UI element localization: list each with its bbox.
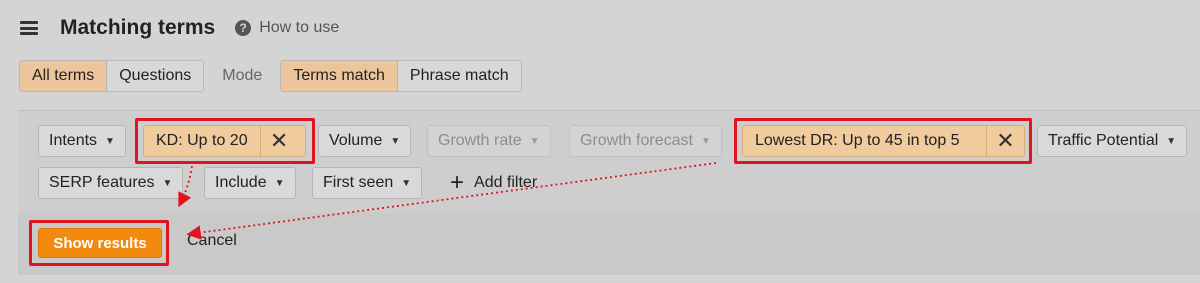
serp-features-label: SERP features xyxy=(49,174,155,191)
chevron-down-icon: ▼ xyxy=(390,135,401,147)
scope-toggle: All terms Questions xyxy=(19,60,205,92)
mode-row: All terms Questions Mode Terms match Phr… xyxy=(19,60,522,92)
include-label: Include xyxy=(215,174,267,191)
growth-rate-filter[interactable]: Growth rate ▼ xyxy=(427,125,551,157)
lowest-dr-filter-highlight xyxy=(734,118,1032,164)
cancel-button[interactable]: Cancel xyxy=(187,232,237,250)
tab-phrase-match[interactable]: Phrase match xyxy=(396,61,521,91)
intents-filter[interactable]: Intents ▼ xyxy=(38,125,126,157)
chevron-down-icon: ▼ xyxy=(105,135,115,147)
include-filter[interactable]: Include ▼ xyxy=(204,167,296,199)
chevron-down-icon: ▼ xyxy=(529,135,540,147)
page-header: Matching terms ? How to use xyxy=(20,12,339,44)
chevron-down-icon: ▼ xyxy=(401,177,412,189)
volume-filter[interactable]: Volume ▼ xyxy=(318,125,412,157)
growth-forecast-label: Growth forecast xyxy=(580,132,693,149)
traffic-potential-filter[interactable]: Traffic Potential ▼ xyxy=(1037,125,1188,157)
chevron-down-icon: ▼ xyxy=(1166,135,1177,147)
how-to-use-label: How to use xyxy=(259,19,340,36)
menu-icon[interactable] xyxy=(20,21,38,35)
growth-forecast-filter[interactable]: Growth forecast ▼ xyxy=(569,125,722,157)
intents-label: Intents xyxy=(49,132,98,149)
tab-all-terms[interactable]: All terms xyxy=(20,61,107,91)
chevron-down-icon: ▼ xyxy=(274,177,285,189)
page-title: Matching terms xyxy=(60,16,216,39)
show-results-highlight xyxy=(29,220,169,266)
traffic-potential-label: Traffic Potential xyxy=(1048,132,1159,149)
first-seen-label: First seen xyxy=(323,174,394,191)
first-seen-filter[interactable]: First seen ▼ xyxy=(312,167,423,199)
chevron-down-icon: ▼ xyxy=(162,177,173,189)
tab-terms-match[interactable]: Terms match xyxy=(281,61,397,91)
kd-filter-highlight xyxy=(135,118,315,164)
growth-rate-label: Growth rate xyxy=(438,132,522,149)
mode-label: Mode xyxy=(222,67,263,84)
help-icon: ? xyxy=(235,20,252,36)
plus-icon: + xyxy=(450,169,465,196)
add-filter-button[interactable]: + Add filter xyxy=(450,168,537,198)
chevron-down-icon: ▼ xyxy=(700,135,711,147)
serp-features-filter[interactable]: SERP features ▼ xyxy=(38,167,184,199)
tab-questions[interactable]: Questions xyxy=(106,61,204,91)
how-to-use-link[interactable]: ? How to use xyxy=(235,19,339,37)
volume-label: Volume xyxy=(329,132,383,149)
match-mode-toggle: Terms match Phrase match xyxy=(280,60,522,92)
add-filter-label: Add filter xyxy=(474,174,538,191)
